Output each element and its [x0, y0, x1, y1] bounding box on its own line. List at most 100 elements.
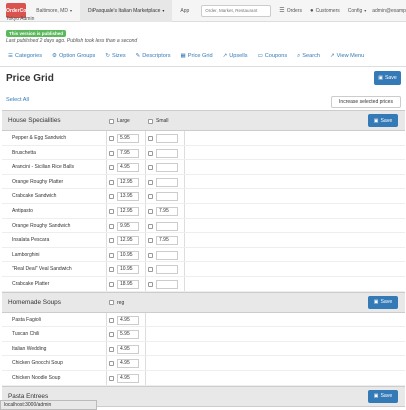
- checkbox[interactable]: [148, 208, 153, 214]
- price-input[interactable]: [156, 265, 178, 275]
- checkbox[interactable]: [109, 165, 114, 171]
- checkbox[interactable]: [148, 223, 153, 229]
- config-dropdown[interactable]: Config ▾: [344, 0, 370, 22]
- resize-icon: ↻: [105, 53, 110, 59]
- browser-status-bar: localhost:3000/admin: [0, 400, 97, 410]
- checkbox[interactable]: [148, 136, 153, 141]
- tab-upsells[interactable]: ↗ Upsells: [223, 53, 248, 59]
- app-link[interactable]: App: [172, 0, 197, 22]
- price-input[interactable]: [156, 250, 178, 260]
- price-input[interactable]: 5.95: [117, 330, 139, 340]
- column-divider: [106, 174, 107, 189]
- save-icon: ▣: [373, 299, 379, 306]
- price-input[interactable]: 12.95: [117, 206, 139, 216]
- checkbox[interactable]: [148, 150, 153, 156]
- price-input[interactable]: [156, 279, 178, 289]
- checkbox[interactable]: [148, 281, 153, 287]
- price-input[interactable]: 7.95: [156, 206, 178, 216]
- tab-coupons[interactable]: ▭ Coupons: [258, 53, 288, 59]
- price-input[interactable]: 4.95: [117, 315, 139, 325]
- price-input[interactable]: [156, 192, 178, 202]
- checkbox[interactable]: [109, 361, 114, 367]
- checkbox[interactable]: [148, 252, 153, 258]
- size-column-large[interactable]: Large: [109, 118, 130, 124]
- tab-option-groups[interactable]: ⚙ Option Groups: [52, 53, 95, 59]
- size-column-small[interactable]: Small: [148, 118, 169, 124]
- location-dropdown[interactable]: Baltimore, MD ▾: [28, 0, 80, 22]
- price-input[interactable]: 7.95: [117, 148, 139, 158]
- price-input[interactable]: 12.95: [117, 177, 139, 187]
- checkbox[interactable]: [148, 118, 153, 124]
- price-input[interactable]: 10.95: [117, 250, 139, 260]
- checkbox[interactable]: [109, 317, 114, 323]
- checkbox[interactable]: [109, 267, 114, 273]
- user-menu[interactable]: admin@examp: [370, 0, 406, 22]
- save-icon: ▣: [378, 75, 383, 81]
- checkbox[interactable]: [109, 300, 114, 306]
- price-input[interactable]: 18.95: [117, 279, 139, 289]
- checkbox[interactable]: [109, 281, 114, 287]
- price-input[interactable]: 4.95: [117, 163, 139, 173]
- column-divider: [106, 218, 107, 233]
- customers-link[interactable]: ● Customers: [306, 0, 344, 22]
- save-label: Save: [380, 117, 393, 124]
- customers-label: Customers: [315, 7, 340, 14]
- checkbox[interactable]: [109, 346, 114, 352]
- save-button[interactable]: ▣ Save: [374, 71, 401, 85]
- checkbox[interactable]: [109, 136, 114, 141]
- checkbox[interactable]: [109, 332, 114, 338]
- price-input[interactable]: 4.95: [117, 373, 139, 383]
- price-input[interactable]: 9.95: [117, 221, 139, 231]
- select-all-link[interactable]: Select All: [6, 97, 29, 103]
- menu-subnav: ☰ Categories ⚙ Option Groups ↻ Sizes ✎ Descr…: [0, 48, 406, 64]
- checkbox[interactable]: [109, 252, 114, 258]
- section-save-button[interactable]: ▣ Save: [368, 114, 398, 127]
- checkbox[interactable]: [148, 194, 153, 200]
- checkbox[interactable]: [148, 238, 153, 244]
- checkbox[interactable]: [148, 179, 153, 185]
- section-save-button[interactable]: ▣ Save: [368, 295, 398, 309]
- checkbox[interactable]: [109, 179, 114, 185]
- chevron-down-icon: ▾: [162, 8, 165, 13]
- price-input[interactable]: 10.95: [117, 265, 139, 275]
- price-input[interactable]: [156, 163, 178, 173]
- price-input[interactable]: 4.95: [117, 359, 139, 369]
- section-save-button[interactable]: ▣ Save: [368, 389, 398, 403]
- search-input[interactable]: [201, 4, 272, 17]
- price-input[interactable]: [156, 221, 178, 231]
- price-input[interactable]: [156, 134, 178, 143]
- price-input[interactable]: 5.95: [117, 134, 139, 143]
- tab-categories[interactable]: ☰ Categories: [8, 53, 42, 59]
- checkbox[interactable]: [109, 375, 114, 381]
- tab-view-menu[interactable]: ↗ View Menu: [330, 53, 364, 59]
- tab-sizes[interactable]: ↻ Sizes: [105, 53, 125, 59]
- checkbox[interactable]: [148, 267, 153, 273]
- checkbox[interactable]: [109, 118, 114, 124]
- tab-search[interactable]: ⌕ Search: [297, 53, 320, 60]
- item-name: Lamborghini: [12, 251, 40, 258]
- checkbox[interactable]: [148, 165, 153, 171]
- column-divider: [106, 145, 107, 160]
- price-input[interactable]: [156, 177, 178, 187]
- checkbox[interactable]: [109, 208, 114, 214]
- price-grid: House Specialities Large Small ▣ Save Pep…: [2, 110, 405, 407]
- item-name: Orange Roughy Platter: [12, 178, 64, 185]
- checkbox[interactable]: [109, 223, 114, 229]
- checkbox[interactable]: [109, 238, 114, 244]
- orders-link[interactable]: ☰ Orders: [275, 0, 306, 22]
- restaurant-dropdown[interactable]: DiPasquale's Italian Marketplace ▾: [79, 0, 173, 22]
- column-divider: [145, 131, 146, 145]
- price-input[interactable]: 13.95: [117, 192, 139, 202]
- price-input[interactable]: 7.95: [156, 236, 178, 246]
- item-name: Tuscan Chili: [12, 331, 40, 338]
- price-input[interactable]: [156, 148, 178, 158]
- size-column-reg[interactable]: reg: [109, 300, 124, 306]
- tab-descriptors[interactable]: ✎ Descriptors: [136, 53, 171, 59]
- tab-price-grid[interactable]: ▦ Price Grid: [181, 53, 213, 59]
- increase-prices-button[interactable]: Increase selected prices: [331, 96, 401, 108]
- price-input[interactable]: 4.95: [117, 344, 139, 354]
- checkbox[interactable]: [109, 194, 114, 200]
- checkbox[interactable]: [109, 150, 114, 156]
- price-input[interactable]: 12.95: [117, 236, 139, 246]
- column-divider: [184, 174, 185, 189]
